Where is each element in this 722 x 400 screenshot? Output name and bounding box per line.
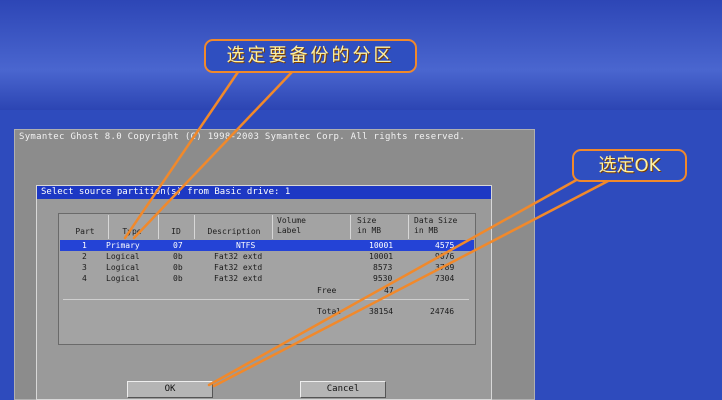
- cell-type: Logical: [106, 252, 140, 261]
- header-volume: Volume: [277, 216, 306, 225]
- cell-size: 8573: [373, 263, 393, 272]
- cell-type: Logical: [106, 274, 140, 283]
- cell-part: 4: [82, 274, 87, 283]
- partition-row-2[interactable]: 2 Logical 0b Fat32 extd 10001 9076: [60, 251, 474, 262]
- total-data-size: 24746: [430, 307, 455, 316]
- cell-part: 3: [82, 263, 87, 272]
- cell-type: Logical: [106, 263, 140, 272]
- ghost-window-title: Symantec Ghost 8.0 Copyright (C) 1998-20…: [19, 132, 466, 142]
- partition-row-3[interactable]: 3 Logical 0b Fat32 extd 8573 3789: [60, 262, 474, 273]
- column-divider: [194, 215, 195, 239]
- cell-description: Fat32 extd: [214, 263, 263, 272]
- cell-part: 1: [82, 241, 87, 250]
- cell-id: 0b: [173, 263, 183, 272]
- header-id: ID: [171, 227, 181, 236]
- column-divider: [108, 215, 109, 239]
- cell-type: Primary: [106, 241, 140, 250]
- header-size-unit: in MB: [357, 226, 382, 235]
- total-size: 38154: [369, 307, 394, 316]
- free-size: 47: [384, 286, 394, 295]
- partition-row-1[interactable]: 1 Primary 07 NTFS 10001 4575: [60, 240, 474, 251]
- callout-select-partition: 选定要备份的分区: [204, 39, 417, 73]
- ok-button[interactable]: OK: [127, 381, 213, 398]
- cell-description: Fat32 extd: [214, 252, 263, 261]
- column-divider: [408, 215, 409, 239]
- cell-data-size: 9076: [435, 252, 455, 261]
- desktop-band-middle: [0, 70, 722, 110]
- cancel-button[interactable]: Cancel: [300, 381, 386, 398]
- cell-id: 0b: [173, 274, 183, 283]
- cell-description: Fat32 extd: [214, 274, 263, 283]
- column-divider: [272, 215, 273, 239]
- table-separator: [63, 299, 469, 300]
- header-description: Description: [207, 227, 261, 236]
- select-partition-dialog: Select source partition(s) from Basic dr…: [36, 185, 492, 400]
- cell-data-size: 7304: [435, 274, 455, 283]
- cell-description: NTFS: [236, 241, 256, 250]
- callout-select-ok: 选定OK: [572, 149, 687, 182]
- total-row: Total 38154 24746: [60, 306, 474, 317]
- cell-part: 2: [82, 252, 87, 261]
- cell-data-size: 4575: [435, 241, 455, 250]
- cell-id: 07: [173, 241, 183, 250]
- header-part: Part: [75, 227, 95, 236]
- header-type: Type: [122, 227, 142, 236]
- free-row: Free 47: [60, 285, 474, 296]
- cell-size: 9530: [373, 274, 393, 283]
- column-divider: [350, 215, 351, 239]
- header-label: Label: [277, 226, 302, 235]
- cell-size: 10001: [369, 252, 394, 261]
- cell-data-size: 3789: [435, 263, 455, 272]
- total-label: Total: [317, 307, 342, 316]
- cell-id: 0b: [173, 252, 183, 261]
- free-label: Free: [317, 286, 337, 295]
- header-data-size: Data Size: [414, 216, 458, 225]
- cell-size: 10001: [369, 241, 394, 250]
- header-data-size-unit: in MB: [414, 226, 439, 235]
- header-size: Size: [357, 216, 377, 225]
- partition-row-4[interactable]: 4 Logical 0b Fat32 extd 9530 7304: [60, 273, 474, 284]
- dialog-title: Select source partition(s) from Basic dr…: [37, 186, 491, 199]
- partition-table: Part Type ID Description Volume Label Si…: [58, 213, 476, 345]
